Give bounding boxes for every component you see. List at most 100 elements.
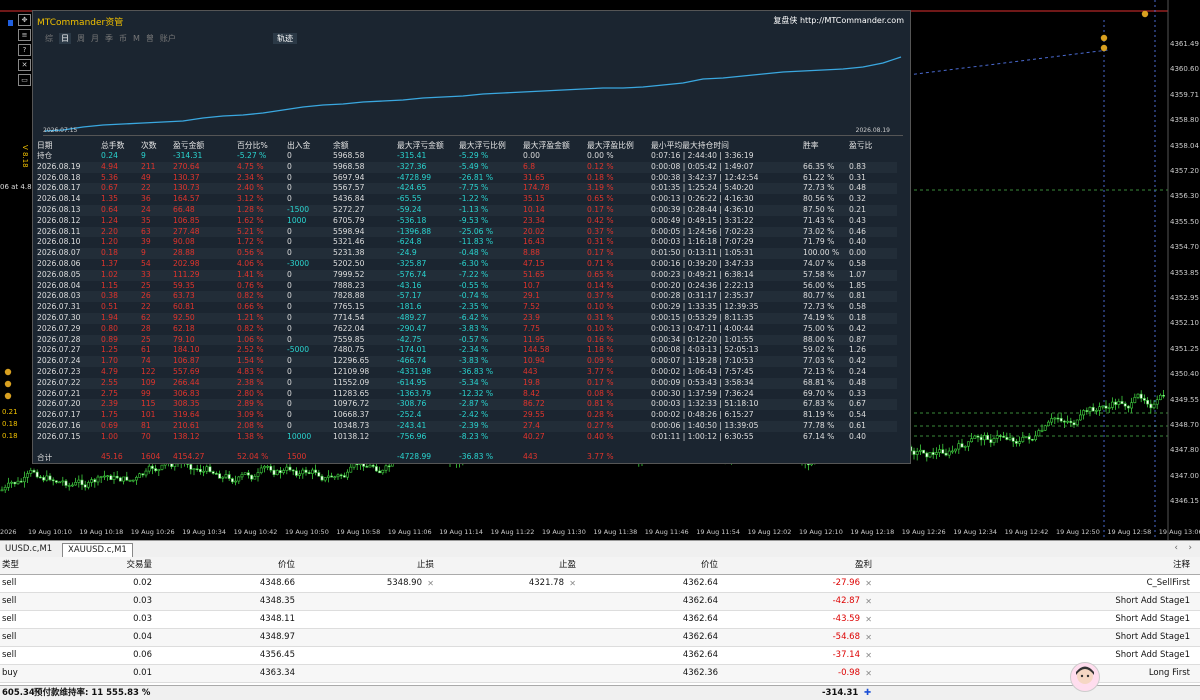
- stats-cell: 0:01:50 | 0:13:11 | 1:05:31: [651, 248, 754, 258]
- panel-link[interactable]: 复盘侠 http://MTCommander.com: [773, 15, 904, 26]
- candle-body: [1130, 402, 1134, 409]
- candle-body: [934, 452, 938, 455]
- stats-cell: 7999.52: [333, 269, 365, 279]
- move-icon[interactable]: ✥: [18, 14, 31, 26]
- close-position-icon[interactable]: ✕: [865, 575, 872, 592]
- remove-sl-icon[interactable]: ✕: [427, 575, 434, 592]
- stats-cell: 1.72 %: [237, 237, 264, 247]
- stats-cell: 1.18 %: [587, 345, 614, 355]
- tab-period[interactable]: 币: [119, 33, 127, 44]
- stats-cell: -6.42 %: [459, 312, 489, 322]
- candle-body: [304, 469, 308, 473]
- trade-row[interactable]: sell 0.03 4348.11 4362.64 -43.59 ✕ Short Add S…: [0, 611, 1200, 629]
- tab-symbol-active[interactable]: XAUUSD.c,M1: [62, 543, 133, 557]
- trade-header-cell[interactable]: 注释: [1173, 557, 1190, 574]
- trade-tp: 4321.78: [528, 578, 564, 588]
- tab-period[interactable]: 综: [45, 33, 53, 44]
- add-icon[interactable]: ✚: [864, 686, 871, 700]
- candle-body: [387, 465, 391, 468]
- stats-cell: 106.85: [173, 215, 200, 225]
- stats-cell: -243.41: [397, 420, 427, 430]
- stats-cell: -11.83 %: [459, 237, 494, 247]
- trade-row[interactable]: sell 0.02 4348.66 5348.90 ✕ 4321.78 ✕ 4362.64 -2…: [0, 575, 1200, 593]
- stats-cell: -2.35 %: [459, 302, 489, 312]
- candle-body: [963, 445, 967, 448]
- order-marker-icon: [8, 20, 13, 26]
- close-position-icon[interactable]: ✕: [865, 647, 872, 664]
- stats-cell: 0.24: [101, 151, 118, 160]
- candle-body: [278, 470, 282, 474]
- tab-period[interactable]: 月: [91, 33, 99, 44]
- trade-row[interactable]: sell 0.03 4348.35 4362.64 -42.87 ✕ Short Add S…: [0, 593, 1200, 611]
- stats-cell: 0.42 %: [587, 215, 614, 225]
- scroll-left-icon[interactable]: ‹: [1174, 543, 1178, 553]
- help-icon[interactable]: ?: [18, 44, 31, 56]
- stats-row: 2026.07.29 0.80 28 62.18 0.82 % 0 7622.04 -290.…: [37, 324, 897, 335]
- price-chart[interactable]: 4361.49 4360.60 4359.71 4358.80 4358.04 4357.…: [0, 0, 1200, 540]
- stats-cell: -57.17: [397, 291, 422, 301]
- trade-header-cell[interactable]: 价位: [701, 557, 718, 574]
- trade-header-cell[interactable]: 价位: [278, 557, 295, 574]
- stats-cell: -65.55: [397, 194, 422, 204]
- candle-body: [992, 438, 996, 443]
- trade-profit: -37.14: [832, 650, 860, 660]
- trade-header-cell[interactable]: 止损: [417, 557, 434, 574]
- stats-cell: 0:00:09 | 0:53:43 | 3:58:34: [651, 377, 754, 387]
- close-position-icon[interactable]: ✕: [865, 593, 872, 610]
- tab-period[interactable]: 日: [59, 33, 71, 44]
- stats-cell: 99: [141, 388, 151, 398]
- stats-cell: 8.42: [523, 388, 540, 398]
- trade-header-cell[interactable]: 交易量: [126, 557, 152, 574]
- stats-cell: 2026.08.17: [37, 183, 81, 193]
- close-position-icon[interactable]: ✕: [865, 665, 872, 682]
- stats-cell: 1.35: [101, 194, 118, 204]
- trade-table: 类型 交易量 价位 止损 止盈 价位 盈利 注释 sell 0.02 4348.66 5348.90 ✕…: [0, 557, 1200, 685]
- stats-cell: 0: [287, 151, 292, 160]
- candle-body: [42, 477, 46, 481]
- tab-symbol-inactive[interactable]: UUSD.c,M1: [0, 543, 57, 556]
- candle-body: [16, 480, 20, 485]
- stats-cell: 0: [287, 302, 292, 312]
- remove-tp-icon[interactable]: ✕: [569, 575, 576, 592]
- time-tick-label: 19 Aug 10:18: [79, 528, 124, 536]
- candle-body: [234, 480, 238, 483]
- stats-cell: -4728.99: [397, 172, 432, 182]
- tab-period[interactable]: 周: [77, 33, 85, 44]
- tab-period[interactable]: 账户: [160, 33, 176, 44]
- stats-cell: 2026.07.31: [37, 302, 81, 312]
- trade-header-cell[interactable]: 盈利: [855, 557, 872, 574]
- stats-cell: 144.58: [523, 345, 550, 355]
- trade-row[interactable]: sell 0.06 4356.45 4362.64 -37.14 ✕ Short Add S…: [0, 647, 1200, 665]
- price-tick-label: 4352.95: [1170, 294, 1199, 302]
- close-icon[interactable]: ✕: [18, 59, 31, 71]
- stats-cell: 3.19 %: [587, 183, 614, 193]
- tab-period[interactable]: M: [133, 34, 140, 43]
- stats-cell: 61.22 %: [803, 172, 835, 182]
- stats-cell: 0:00:13 | 0:47:11 | 4:00:44: [651, 323, 754, 333]
- candle-body: [1031, 439, 1034, 441]
- window-icon[interactable]: ▭: [18, 74, 31, 86]
- tab-period[interactable]: 曾: [146, 33, 154, 44]
- list-icon[interactable]: ≡: [18, 29, 31, 41]
- trade-row[interactable]: buy 0.01 4363.34 4362.36 -0.98 ✕ Long First: [0, 665, 1200, 683]
- tab-track[interactable]: 轨迹: [273, 33, 297, 44]
- close-position-icon[interactable]: ✕: [865, 629, 872, 646]
- trade-volume: 0.06: [133, 650, 152, 660]
- stats-cell: 0.08 %: [587, 388, 614, 398]
- close-position-icon[interactable]: ✕: [865, 611, 872, 628]
- stats-cell: 61: [141, 345, 151, 355]
- trade-header-cell[interactable]: 类型: [2, 557, 19, 574]
- avatar[interactable]: [1070, 662, 1100, 692]
- stats-row: 2026.07.17 1.75 101 319.64 3.09 % 0 10668.37 -2…: [37, 410, 897, 421]
- tab-period[interactable]: 季: [105, 33, 113, 44]
- stats-cell: 74: [141, 356, 151, 366]
- stats-cell: -2.42 %: [459, 410, 489, 420]
- trade-row[interactable]: sell 0.04 4348.97 4362.64 -54.68 ✕ Short Add S…: [0, 629, 1200, 647]
- trade-header-cell[interactable]: 止盈: [559, 557, 576, 574]
- scroll-right-icon[interactable]: ›: [1188, 543, 1192, 553]
- stats-cell: -2.39 %: [459, 420, 489, 430]
- candle-body: [1127, 405, 1130, 409]
- trade-marker-icon: [4, 368, 12, 376]
- stats-cell: 2.75: [101, 388, 118, 398]
- candle-body: [122, 476, 126, 482]
